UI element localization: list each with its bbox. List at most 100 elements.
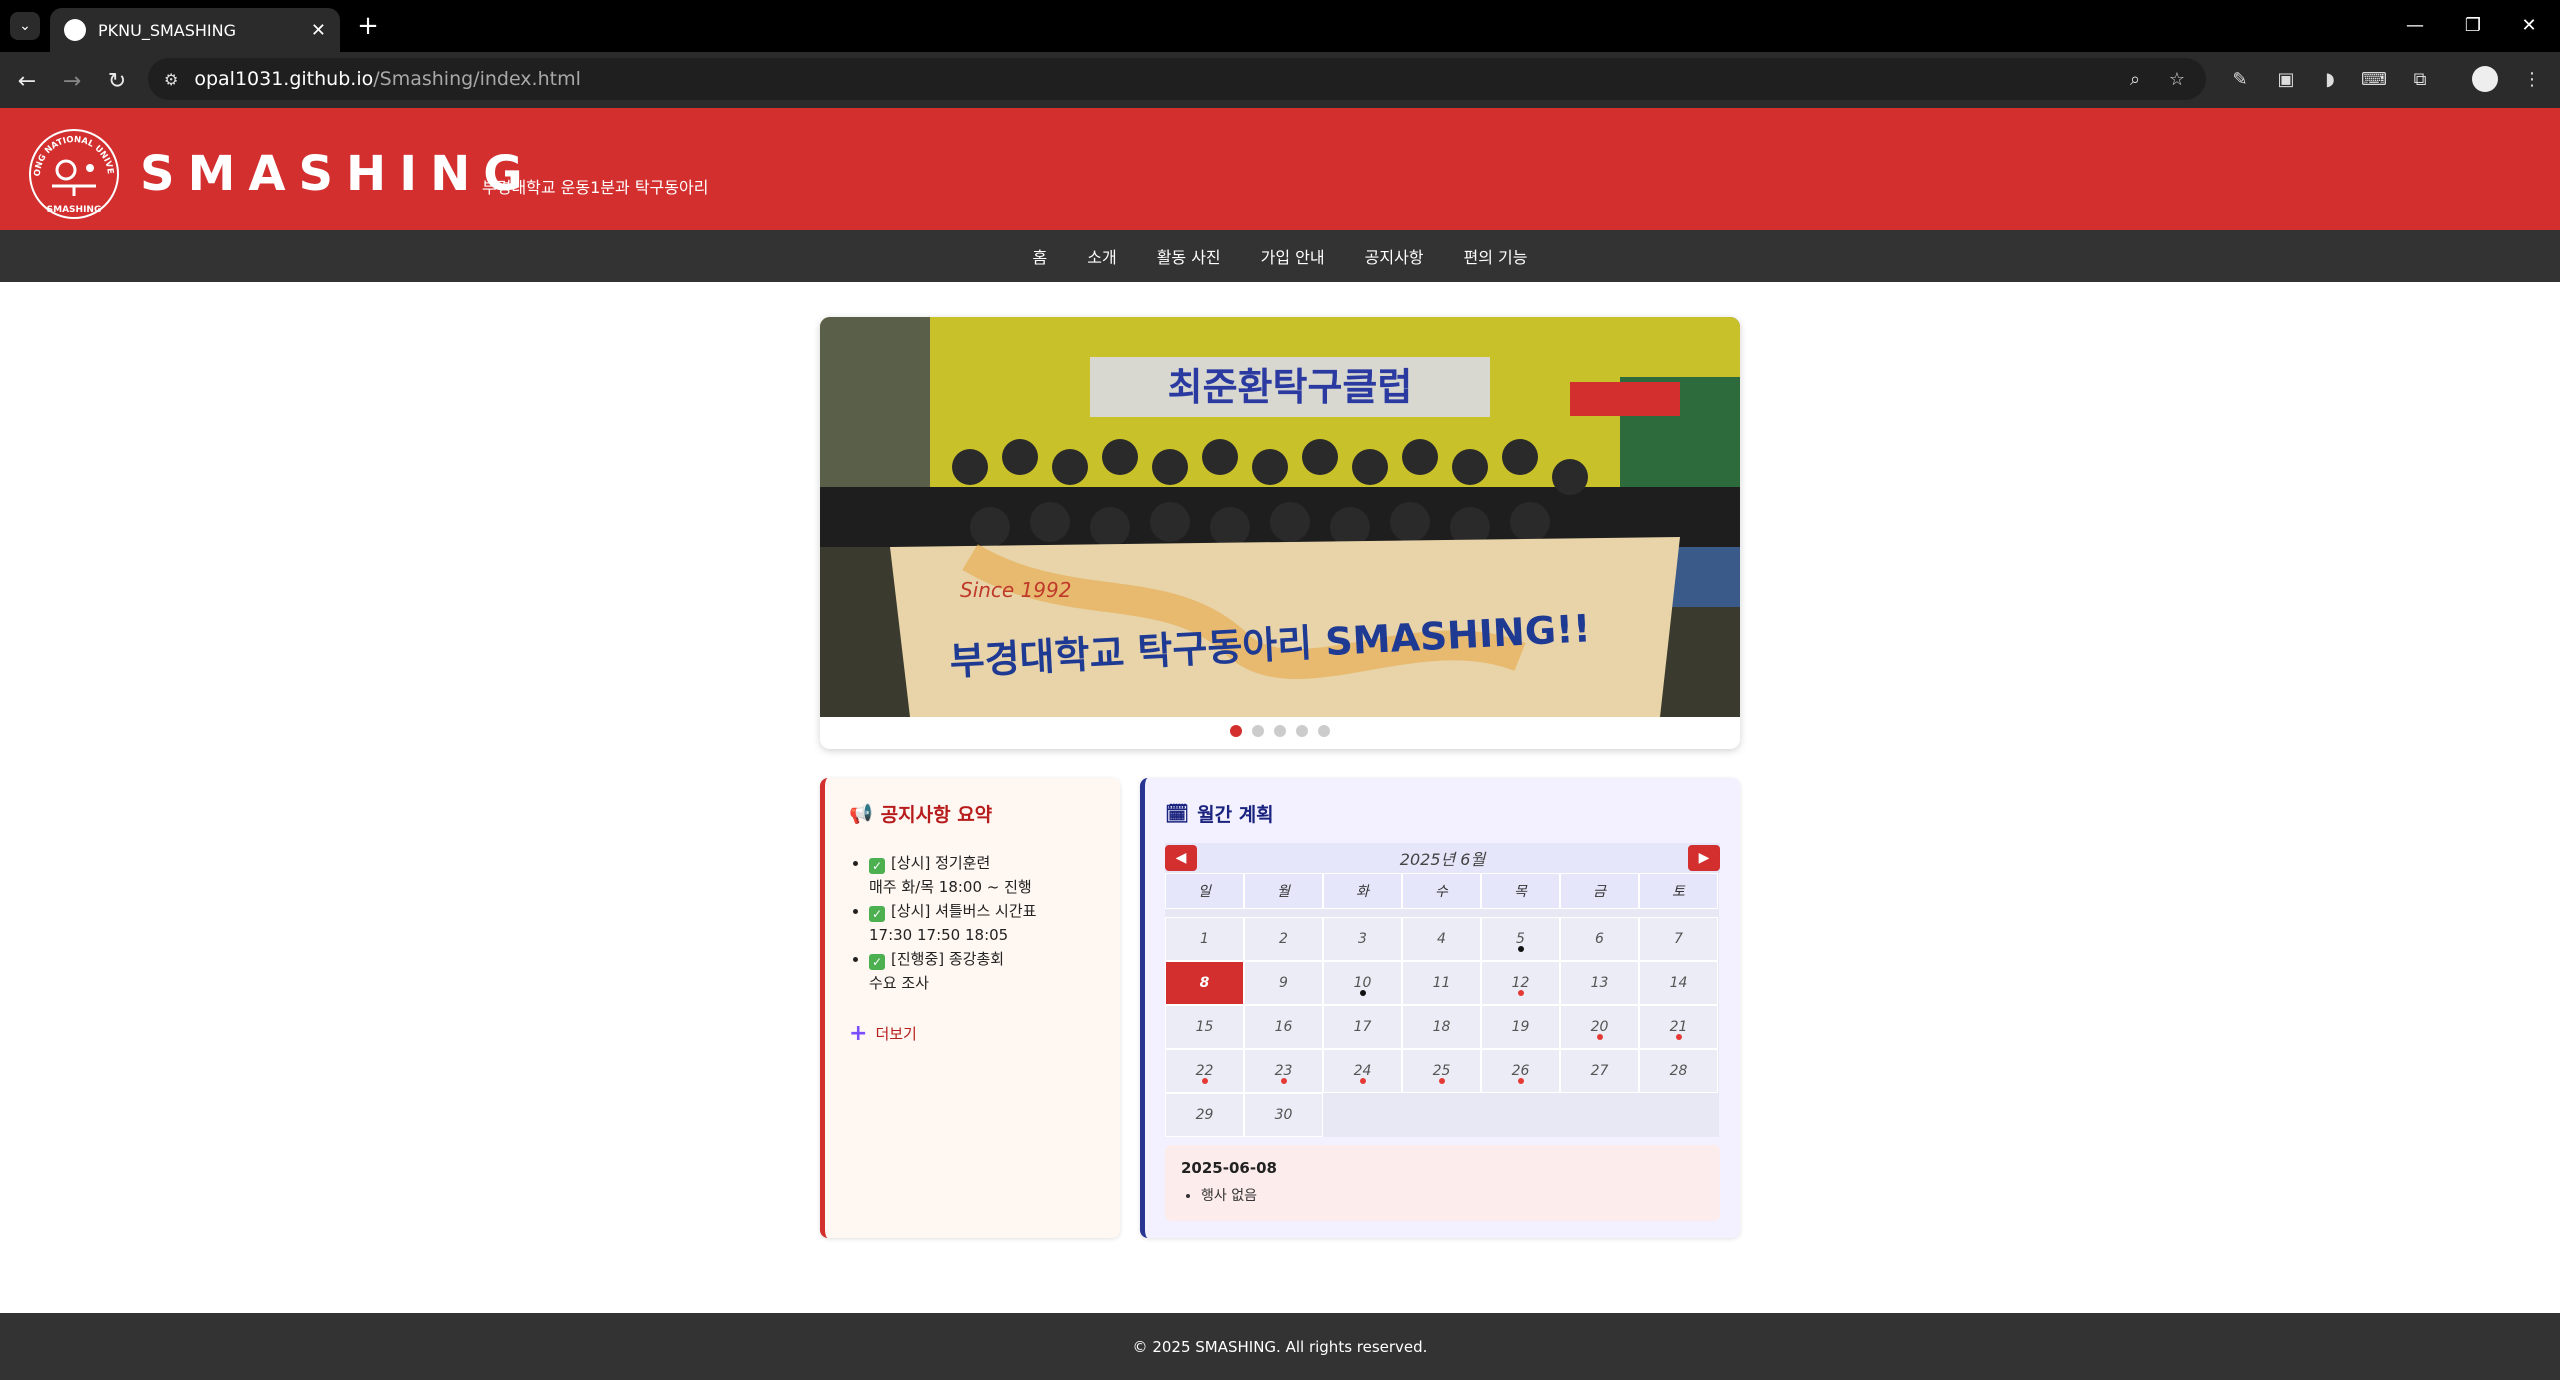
notice-item-detail: 수요 조사 bbox=[869, 974, 929, 992]
nav-photos[interactable]: 활동 사진 bbox=[1157, 244, 1221, 268]
main-nav: 홈 소개 활동 사진 가입 안내 공지사항 편의 기능 bbox=[0, 230, 2560, 282]
slider-dot[interactable] bbox=[1230, 725, 1242, 737]
nav-notice[interactable]: 공지사항 bbox=[1365, 244, 1424, 268]
keyboard-icon[interactable]: ⌨ bbox=[2358, 64, 2390, 94]
calendar-day[interactable]: 18 bbox=[1402, 1005, 1481, 1049]
window-close-icon[interactable]: ✕ bbox=[2504, 8, 2554, 42]
calendar-day[interactable]: 14 bbox=[1639, 961, 1718, 1005]
weekday-header: 일 bbox=[1165, 873, 1244, 909]
calendar-day[interactable]: 17 bbox=[1323, 1005, 1402, 1049]
calendar-day[interactable]: 25 bbox=[1402, 1049, 1481, 1093]
extension-screen-icon[interactable]: ▣ bbox=[2270, 64, 2302, 94]
slider-dot[interactable] bbox=[1318, 725, 1330, 737]
calendar-day[interactable]: 15 bbox=[1165, 1005, 1244, 1049]
slider-dot[interactable] bbox=[1274, 725, 1286, 737]
prev-month-button[interactable]: ◀ bbox=[1165, 845, 1197, 871]
notice-item[interactable]: ✓ [상시] 정기훈련 매주 화/목 18:00 ~ 진행 bbox=[869, 851, 1096, 899]
nav-join[interactable]: 가입 안내 bbox=[1261, 244, 1325, 268]
nav-home[interactable]: 홈 bbox=[1033, 244, 1048, 268]
tab-list-chevron-icon[interactable]: ⌄ bbox=[10, 12, 40, 40]
calendar-day[interactable]: 1 bbox=[1165, 917, 1244, 961]
day-number: 1 bbox=[1200, 931, 1209, 947]
calendar-day[interactable]: 20 bbox=[1560, 1005, 1639, 1049]
day-number: 11 bbox=[1432, 975, 1451, 991]
calendar-day[interactable]: 30 bbox=[1244, 1093, 1323, 1137]
calendar-day[interactable]: 29 bbox=[1165, 1093, 1244, 1137]
tab-close-icon[interactable]: ✕ bbox=[311, 20, 326, 41]
calendar-day[interactable]: 3 bbox=[1323, 917, 1402, 961]
calendar-day[interactable]: 9 bbox=[1244, 961, 1323, 1005]
event-dot bbox=[1596, 1034, 1603, 1040]
day-number: 6 bbox=[1595, 931, 1604, 947]
next-month-button[interactable]: ▶ bbox=[1688, 845, 1720, 871]
day-number: 17 bbox=[1353, 1019, 1372, 1035]
reload-icon[interactable]: ↻ bbox=[100, 64, 134, 98]
bookmark-star-icon[interactable]: ☆ bbox=[2162, 64, 2192, 94]
club-sign-text: 최준환탁구클럽 bbox=[1168, 365, 1413, 409]
photo-slider[interactable]: 최준환탁구클럽 Since 1992 부경대학교 탁구동아리 SMASHING!… bbox=[820, 317, 1740, 749]
event-dot bbox=[1438, 1078, 1445, 1084]
weekday-header: 화 bbox=[1323, 873, 1402, 909]
restore-icon[interactable]: ❐ bbox=[2448, 8, 2498, 42]
forward-arrow-icon[interactable]: → bbox=[55, 64, 89, 98]
calendar-day-today[interactable]: 8 bbox=[1165, 961, 1244, 1005]
day-number: 29 bbox=[1195, 1107, 1214, 1123]
smashing-logo[interactable]: PUKYONG NATIONAL UNIVERSITY SMASHING bbox=[26, 124, 122, 220]
more-link[interactable]: + 더보기 bbox=[849, 1021, 1096, 1046]
new-tab-plus-icon[interactable]: + bbox=[352, 10, 384, 42]
browser-tab-active[interactable]: PKNU_SMASHING ✕ bbox=[50, 8, 340, 52]
weekday-header: 토 bbox=[1639, 873, 1718, 909]
calendar-day[interactable]: 10 bbox=[1323, 961, 1402, 1005]
eyedropper-icon[interactable]: ✎ bbox=[2224, 64, 2256, 94]
calendar-day[interactable]: 13 bbox=[1560, 961, 1639, 1005]
calendar-day[interactable]: 27 bbox=[1560, 1049, 1639, 1093]
extensions-puzzle-icon[interactable]: ⧉ bbox=[2404, 64, 2436, 94]
megaphone-icon: 📢 bbox=[849, 803, 873, 825]
nav-about[interactable]: 소개 bbox=[1087, 244, 1116, 268]
notice-title-text: 공지사항 요약 bbox=[880, 804, 993, 826]
menu-kebab-icon[interactable]: ⋮ bbox=[2516, 64, 2548, 94]
day-number: 2 bbox=[1279, 931, 1288, 947]
minimize-icon[interactable]: — bbox=[2390, 8, 2440, 42]
calendar-day[interactable]: 6 bbox=[1560, 917, 1639, 961]
read-aloud-icon[interactable]: ◗ bbox=[2314, 64, 2346, 94]
calendar-month-label: 2025년 6월 bbox=[1399, 850, 1486, 869]
day-number: 22 bbox=[1195, 1063, 1214, 1079]
site-header: PUKYONG NATIONAL UNIVERSITY SMASHING SMA… bbox=[0, 108, 2560, 230]
zoom-icon[interactable]: ⌕ bbox=[2120, 64, 2150, 94]
browser-tabstrip: ⌄ PKNU_SMASHING ✕ + — ❐ ✕ bbox=[0, 0, 2560, 52]
slider-dot[interactable] bbox=[1296, 725, 1308, 737]
day-number: 18 bbox=[1432, 1019, 1451, 1035]
calendar-day[interactable]: 11 bbox=[1402, 961, 1481, 1005]
day-number: 14 bbox=[1669, 975, 1688, 991]
address-bar[interactable]: ⚙ opal1031.github.io/Smashing/index.html bbox=[148, 58, 2206, 100]
calendar-day[interactable]: 16 bbox=[1244, 1005, 1323, 1049]
calendar-day[interactable]: 26 bbox=[1481, 1049, 1560, 1093]
event-dot bbox=[1201, 1078, 1208, 1084]
calendar-day[interactable]: 24 bbox=[1323, 1049, 1402, 1093]
nav-utilities[interactable]: 편의 기능 bbox=[1464, 244, 1528, 268]
calendar-day[interactable]: 23 bbox=[1244, 1049, 1323, 1093]
check-icon: ✓ bbox=[869, 954, 885, 970]
notice-item[interactable]: ✓ [진행중] 종강총회 수요 조사 bbox=[869, 947, 1096, 995]
calendar-day[interactable]: 7 bbox=[1639, 917, 1718, 961]
calendar-day[interactable]: 19 bbox=[1481, 1005, 1560, 1049]
slider-dot[interactable] bbox=[1252, 725, 1264, 737]
calendar-day[interactable]: 21 bbox=[1639, 1005, 1718, 1049]
calendar-day[interactable]: 2 bbox=[1244, 917, 1323, 961]
calendar-day[interactable]: 22 bbox=[1165, 1049, 1244, 1093]
event-dot bbox=[1280, 1078, 1287, 1084]
back-arrow-icon[interactable]: ← bbox=[10, 64, 44, 98]
calendar-day[interactable]: 5 bbox=[1481, 917, 1560, 961]
site-info-icon[interactable]: ⚙ bbox=[164, 70, 178, 89]
day-number: 5 bbox=[1516, 931, 1525, 947]
notice-item[interactable]: ✓ [상시] 셔틀버스 시간표 17:30 17:50 18:05 bbox=[869, 899, 1096, 947]
day-number: 7 bbox=[1674, 931, 1683, 947]
profile-avatar[interactable] bbox=[2472, 66, 2498, 92]
day-number: 27 bbox=[1590, 1063, 1609, 1079]
calendar-day[interactable]: 12 bbox=[1481, 961, 1560, 1005]
calendar-day[interactable]: 4 bbox=[1402, 917, 1481, 961]
calendar-day[interactable]: 28 bbox=[1639, 1049, 1718, 1093]
day-number: 25 bbox=[1432, 1063, 1451, 1079]
day-number: 15 bbox=[1195, 1019, 1214, 1035]
